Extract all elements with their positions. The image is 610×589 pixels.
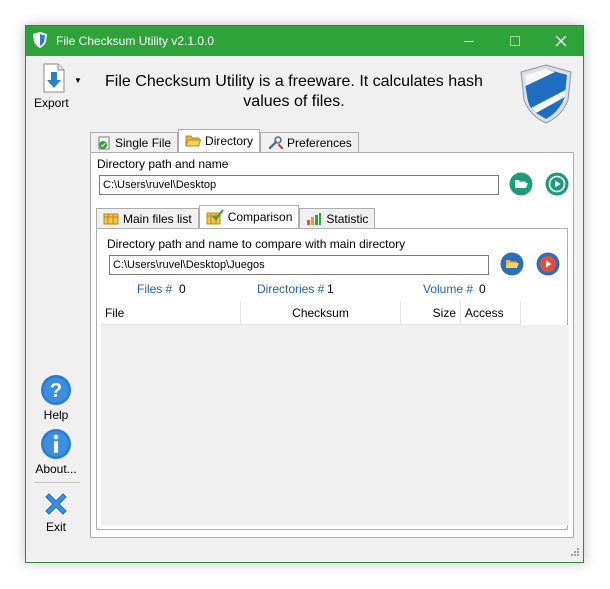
close-button[interactable]	[538, 26, 584, 56]
exit-label: Exit	[45, 520, 66, 534]
folder-open-icon	[500, 252, 524, 276]
help-icon: ?	[41, 375, 71, 405]
play-icon	[545, 172, 569, 196]
app-window: File Checksum Utility v2.1.0.0 ▼ Export …	[25, 25, 584, 563]
tab-preferences-label: Preferences	[287, 135, 352, 150]
directories-count: Directories # 1	[257, 282, 334, 296]
about-label: About...	[35, 462, 77, 476]
description-line-1: File Checksum Utility is a freeware. It …	[105, 73, 483, 90]
description-line-2: values of files.	[243, 93, 345, 110]
main-tab-strip: Single File Directory Preferences	[90, 129, 359, 152]
volume-count: Volume # 0	[423, 282, 486, 296]
resize-grip-icon[interactable]	[568, 547, 580, 559]
column-header-access[interactable]: Access	[461, 301, 521, 325]
app-description: File Checksum Utility is a freeware. It …	[101, 72, 487, 112]
files-count-label: Files #	[137, 282, 173, 296]
directory-path-label: Directory path and name	[97, 157, 229, 171]
tab-statistic-label: Statistic	[326, 211, 369, 226]
sidebar-divider	[34, 482, 80, 483]
list-icon	[103, 213, 119, 224]
tab-single-file[interactable]: Single File	[90, 132, 179, 152]
maximize-icon	[510, 36, 520, 46]
tab-directory-label: Directory	[205, 134, 254, 148]
tab-main-files-list[interactable]: Main files list	[96, 208, 199, 228]
tab-statistic[interactable]: Statistic	[299, 208, 376, 228]
table-header: File Checksum Size Access	[101, 301, 521, 325]
tab-main-files-list-label: Main files list	[123, 211, 192, 226]
column-header-size[interactable]: Size	[401, 301, 461, 325]
table-body[interactable]	[101, 325, 569, 525]
sub-tab-strip: Main files list Comparison Statistic	[96, 205, 376, 228]
compare-path-input[interactable]	[109, 255, 489, 275]
volume-count-value: 0	[479, 282, 486, 296]
help-label: Help	[43, 408, 69, 422]
play-icon	[536, 252, 560, 276]
compare-path-label: Directory path and name to compare with …	[107, 237, 406, 251]
comparison-icon	[206, 209, 224, 225]
tab-single-file-label: Single File	[115, 135, 172, 150]
directory-panel: Directory path and name Main fil	[90, 152, 574, 538]
tab-directory[interactable]: Directory	[178, 129, 261, 152]
single-file-icon	[98, 136, 110, 149]
column-header-file[interactable]: File	[101, 301, 241, 325]
tab-comparison[interactable]: Comparison	[198, 205, 300, 228]
window-title: File Checksum Utility v2.1.0.0	[56, 34, 215, 48]
about-button[interactable]: About...	[30, 428, 82, 476]
folder-icon	[185, 135, 202, 147]
run-comparison-button[interactable]	[536, 252, 560, 276]
files-count: Files # 0	[137, 282, 186, 296]
folder-open-icon	[509, 172, 533, 196]
directories-count-label: Directories #	[257, 282, 325, 296]
exit-x-icon	[45, 493, 67, 515]
minimize-button[interactable]	[446, 26, 492, 56]
close-icon	[555, 35, 567, 47]
calculate-directory-button[interactable]	[545, 172, 569, 196]
tab-comparison-label: Comparison	[227, 210, 293, 224]
export-button[interactable]: ▼ Export	[32, 62, 86, 112]
app-shield-icon	[33, 32, 47, 51]
comparison-table[interactable]: File Checksum Size Access	[101, 301, 569, 525]
files-count-value: 0	[179, 282, 186, 296]
svg-text:?: ?	[50, 380, 62, 402]
help-button[interactable]: ? Help	[30, 374, 82, 422]
export-dropdown-icon[interactable]: ▼	[74, 76, 82, 85]
export-label: Export	[34, 96, 69, 110]
directories-count-value: 1	[327, 282, 334, 296]
exit-button[interactable]: Exit	[30, 490, 82, 534]
bar-chart-icon	[307, 212, 322, 225]
minimize-icon	[464, 40, 474, 42]
export-icon	[43, 63, 65, 93]
browse-directory-button[interactable]	[509, 172, 533, 196]
browse-compare-directory-button[interactable]	[500, 252, 524, 276]
comparison-panel: Directory path and name to compare with …	[96, 228, 569, 530]
directory-path-input[interactable]	[99, 175, 499, 195]
shield-logo-icon	[519, 64, 573, 127]
wrench-icon	[268, 135, 284, 149]
column-header-checksum[interactable]: Checksum	[241, 301, 401, 325]
info-icon	[41, 429, 71, 459]
volume-count-label: Volume #	[423, 282, 474, 296]
tab-preferences[interactable]: Preferences	[260, 132, 359, 152]
title-bar[interactable]: File Checksum Utility v2.1.0.0	[26, 26, 583, 56]
maximize-button[interactable]	[492, 26, 538, 56]
